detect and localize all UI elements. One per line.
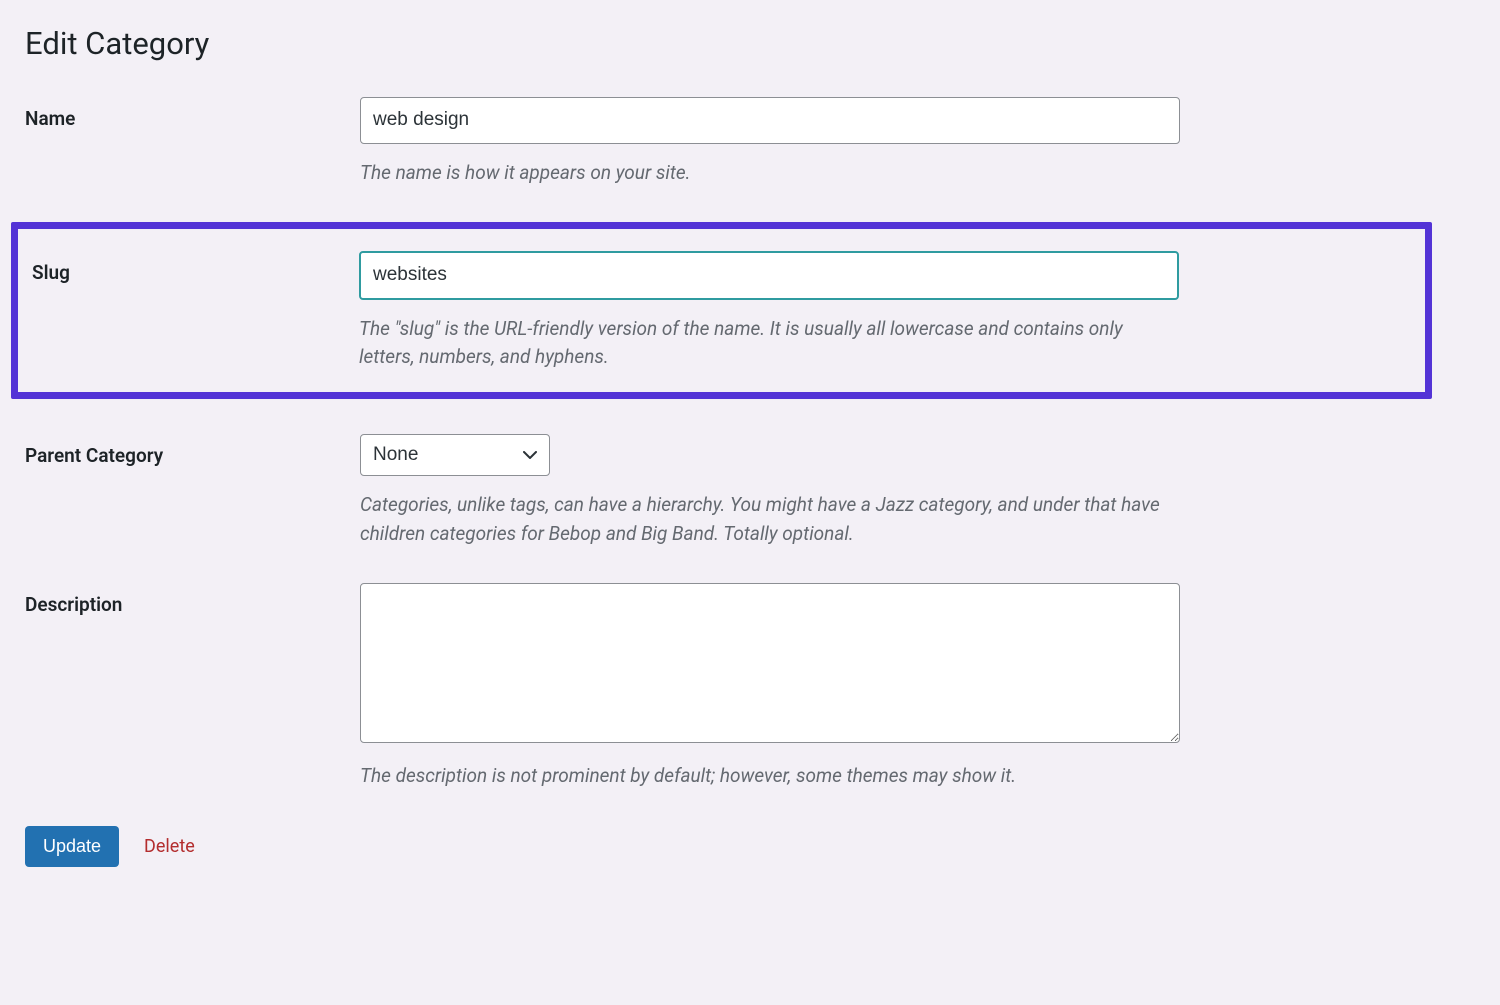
- parent-field-wrapper: None Categories, unlike tags, can have a…: [360, 434, 1180, 549]
- slug-highlight-box: Slug The "slug" is the URL-friendly vers…: [11, 222, 1432, 399]
- description-field-wrapper: The description is not prominent by defa…: [360, 583, 1180, 791]
- edit-category-form: Name The name is how it appears on your …: [25, 97, 1475, 791]
- name-field-wrapper: The name is how it appears on your site.: [360, 97, 1180, 187]
- slug-input[interactable]: [359, 251, 1179, 300]
- description-label: Description: [25, 583, 360, 616]
- name-row: Name The name is how it appears on your …: [25, 97, 1475, 187]
- slug-field-wrapper: The "slug" is the URL-friendly version o…: [359, 251, 1179, 372]
- parent-label: Parent Category: [25, 434, 360, 467]
- slug-description: The "slug" is the URL-friendly version o…: [359, 315, 1179, 372]
- description-row: Description The description is not promi…: [25, 583, 1475, 791]
- action-row: Update Delete: [25, 826, 1475, 867]
- description-textarea[interactable]: [360, 583, 1180, 743]
- name-label: Name: [25, 97, 360, 130]
- parent-category-select[interactable]: None: [360, 434, 550, 477]
- page-title: Edit Category: [25, 25, 1475, 62]
- parent-description: Categories, unlike tags, can have a hier…: [360, 491, 1180, 548]
- slug-row: Slug The "slug" is the URL-friendly vers…: [24, 251, 1405, 372]
- name-input[interactable]: [360, 97, 1180, 144]
- delete-link[interactable]: Delete: [144, 836, 195, 857]
- name-description: The name is how it appears on your site.: [360, 159, 1180, 188]
- description-help: The description is not prominent by defa…: [360, 762, 1180, 791]
- slug-label: Slug: [24, 251, 359, 284]
- parent-row: Parent Category None Categories, unlike …: [25, 434, 1475, 549]
- update-button[interactable]: Update: [25, 826, 119, 867]
